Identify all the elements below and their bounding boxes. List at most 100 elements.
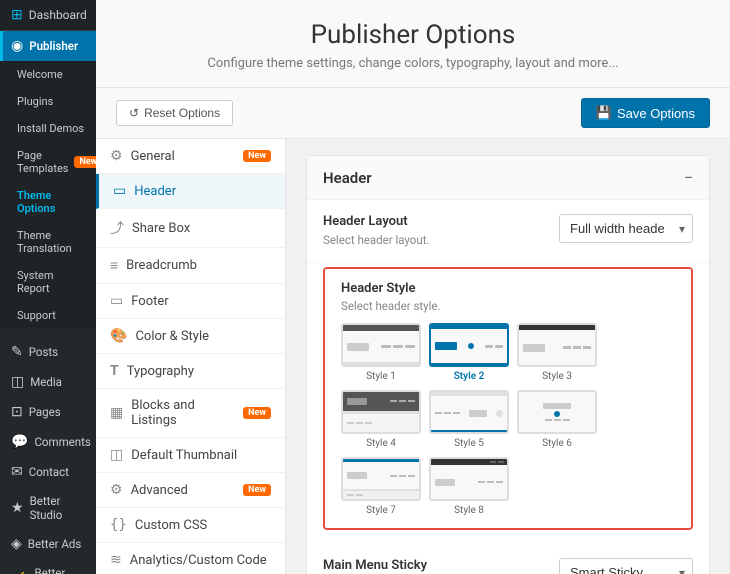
advanced-new-badge: New	[243, 484, 271, 496]
sidebar-item-label: Publisher	[29, 39, 78, 53]
nav-item-header[interactable]: ▭ Header	[96, 174, 285, 209]
section-toggle-button[interactable]: −	[684, 168, 693, 187]
nav-item-color-style[interactable]: 🎨 Color & Style	[96, 319, 285, 354]
style-item-8[interactable]: Style 8	[429, 457, 509, 516]
sidebar-item-dashboard[interactable]: ⊞ Dashboard	[0, 0, 96, 31]
sidebar-item-better-ads[interactable]: ◈ Better Ads	[0, 529, 96, 559]
save-label: Save Options	[617, 106, 695, 121]
sidebar-item-better-amp[interactable]: ⚡ Better AMP	[0, 559, 96, 574]
page-header: Publisher Options Configure theme settin…	[96, 0, 730, 88]
theme-translation-label: Theme Translation	[17, 229, 88, 255]
main-menu-sticky-select[interactable]: Smart Sticky	[559, 558, 693, 574]
sidebar-item-theme-translation[interactable]: Theme Translation	[0, 222, 96, 262]
main-panel: Header − Header Layout Select header lay…	[286, 139, 730, 574]
color-style-icon: 🎨	[110, 328, 127, 344]
breadcrumb-icon: ≡	[110, 257, 118, 274]
main-menu-sticky-label-col: Main Menu Sticky Enable or disable stick…	[323, 558, 543, 574]
custom-css-label: Custom CSS	[135, 518, 207, 533]
style-preview-4	[341, 390, 421, 434]
style-8-name: Style 8	[454, 505, 484, 516]
header-layout-label: Header Layout	[323, 214, 543, 229]
contact-icon: ✉	[11, 464, 23, 480]
better-amp-label: Better AMP	[34, 566, 88, 574]
nav-item-typography[interactable]: T Typography	[96, 354, 285, 389]
sidebar-item-posts[interactable]: ✎ Posts	[0, 337, 96, 367]
header-layout-select-wrapper: Full width header (Stretched Content)	[559, 214, 693, 243]
page-templates-label: Page Templates	[17, 149, 68, 175]
support-label: Support	[17, 309, 56, 322]
content-area: ⚙ General New ▭ Header ⤴ Share Box ≡ Bre…	[96, 139, 730, 574]
sidebar-item-install-demos[interactable]: Install Demos	[0, 115, 96, 142]
typography-icon: T	[110, 363, 119, 379]
reset-options-button[interactable]: ↺ Reset Options	[116, 100, 233, 126]
nav-item-custom-css[interactable]: {} Custom CSS	[96, 508, 285, 543]
thumbnail-icon: ◫	[110, 447, 123, 463]
style-4-name: Style 4	[366, 438, 396, 449]
sidebar-item-theme-options[interactable]: Theme Options	[0, 182, 96, 222]
style-preview-2	[429, 323, 509, 367]
nav-item-default-thumbnail[interactable]: ◫ Default Thumbnail	[96, 438, 285, 473]
header-layout-desc: Select header layout.	[323, 232, 543, 248]
header-layout-label-col: Header Layout Select header layout.	[323, 214, 543, 248]
style-item-5[interactable]: Style 5	[429, 390, 509, 449]
nav-item-breadcrumb[interactable]: ≡ Breadcrumb	[96, 248, 285, 284]
main-menu-sticky-row: Main Menu Sticky Enable or disable stick…	[307, 544, 709, 574]
footer-icon: ▭	[110, 293, 123, 309]
advanced-icon: ⚙	[110, 482, 123, 498]
nav-item-general[interactable]: ⚙ General New	[96, 139, 285, 174]
style-item-1[interactable]: Style 1	[341, 323, 421, 382]
left-nav: ⚙ General New ▭ Header ⤴ Share Box ≡ Bre…	[96, 139, 286, 574]
publisher-icon: ◉	[11, 38, 23, 54]
media-icon: ◫	[11, 374, 24, 390]
sidebar-item-contact[interactable]: ✉ Contact	[0, 457, 96, 487]
header-label: Header	[134, 184, 176, 199]
style-preview-1	[341, 323, 421, 367]
style-preview-5	[429, 390, 509, 434]
better-ads-label: Better Ads	[28, 537, 82, 551]
header-layout-select[interactable]: Full width header (Stretched Content)	[559, 214, 693, 243]
sidebar-item-support[interactable]: Support	[0, 302, 96, 329]
style-6-name: Style 6	[542, 438, 572, 449]
sidebar-item-welcome[interactable]: Welcome	[0, 61, 96, 88]
sidebar-item-better-studio[interactable]: ★ Better Studio	[0, 487, 96, 529]
header-icon: ▭	[113, 183, 126, 199]
typography-label: Typography	[127, 364, 194, 379]
nav-item-blocks-listings[interactable]: ▦ Blocks and Listings New	[96, 389, 285, 438]
posts-label: Posts	[29, 345, 58, 359]
media-label: Media	[30, 375, 62, 389]
nav-item-analytics[interactable]: ≋ Analytics/Custom Code	[96, 543, 285, 574]
sidebar-item-plugins[interactable]: Plugins	[0, 88, 96, 115]
sidebar-item-media[interactable]: ◫ Media	[0, 367, 96, 397]
plugins-label: Plugins	[17, 95, 53, 108]
thumbnail-label: Default Thumbnail	[131, 448, 237, 463]
dashboard-icon: ⊞	[11, 7, 23, 23]
nav-item-footer[interactable]: ▭ Footer	[96, 284, 285, 319]
new-badge: New	[74, 156, 96, 168]
page-subtitle: Configure theme settings, change colors,…	[126, 56, 700, 71]
section-header: Header −	[307, 156, 709, 200]
nav-item-share-box[interactable]: ⤴ Share Box	[96, 209, 285, 248]
blocks-label: Blocks and Listings	[131, 398, 235, 428]
better-ads-icon: ◈	[11, 536, 22, 552]
sidebar-item-system-report[interactable]: System Report	[0, 262, 96, 302]
style-3-name: Style 3	[542, 371, 572, 382]
style-item-2[interactable]: Style 2	[429, 323, 509, 382]
header-layout-control: Full width header (Stretched Content)	[559, 214, 693, 243]
sidebar-item-page-templates[interactable]: Page Templates New	[0, 142, 96, 182]
sidebar-item-comments[interactable]: 💬 Comments 26	[0, 427, 96, 457]
general-icon: ⚙	[110, 148, 123, 164]
css-icon: {}	[110, 517, 127, 533]
save-options-button[interactable]: 💾 Save Options	[581, 98, 710, 128]
contact-label: Contact	[29, 465, 69, 479]
style-item-4[interactable]: Style 4	[341, 390, 421, 449]
header-section: Header − Header Layout Select header lay…	[306, 155, 710, 574]
share-label: Share Box	[132, 221, 190, 236]
style-item-6[interactable]: Style 6	[517, 390, 597, 449]
sidebar-item-pages[interactable]: ⊡ Pages	[0, 397, 96, 427]
better-studio-label: Better Studio	[30, 494, 88, 522]
nav-item-advanced[interactable]: ⚙ Advanced New	[96, 473, 285, 508]
style-item-3[interactable]: Style 3	[517, 323, 597, 382]
style-item-7[interactable]: Style 7	[341, 457, 421, 516]
style-7-name: Style 7	[366, 505, 396, 516]
sidebar-item-publisher[interactable]: ◉ Publisher	[0, 31, 96, 61]
